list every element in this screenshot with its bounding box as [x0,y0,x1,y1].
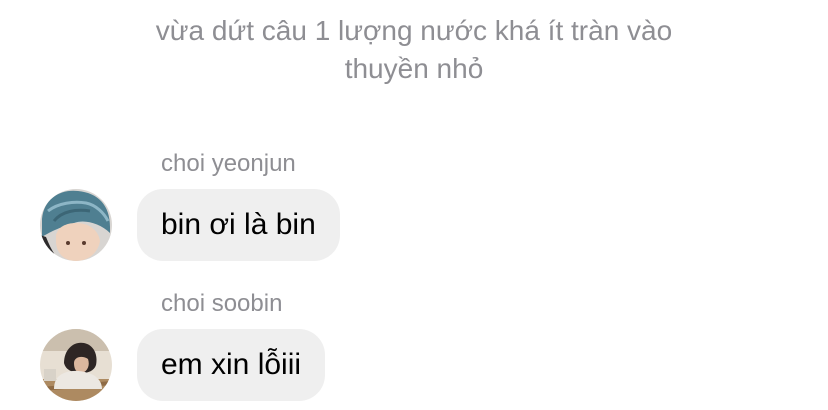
system-message-line-2: thuyền nhỏ [344,53,484,84]
user-avatar-photo-icon[interactable] [40,329,112,401]
sender-name: choi soobin [161,290,283,317]
message-bubble[interactable]: bin ơi là bin [137,189,340,261]
system-message-line-1: vừa dứt câu 1 lượng nước khá ít tràn vào [155,15,673,46]
user-avatar-blue-hair-icon[interactable] [40,189,112,261]
system-message: vừa dứt câu 1 lượng nước khá ít tràn vào… [100,12,728,88]
message-bubble[interactable]: em xin lỗiii [137,329,326,401]
sender-name: choi yeonjun [161,150,296,177]
